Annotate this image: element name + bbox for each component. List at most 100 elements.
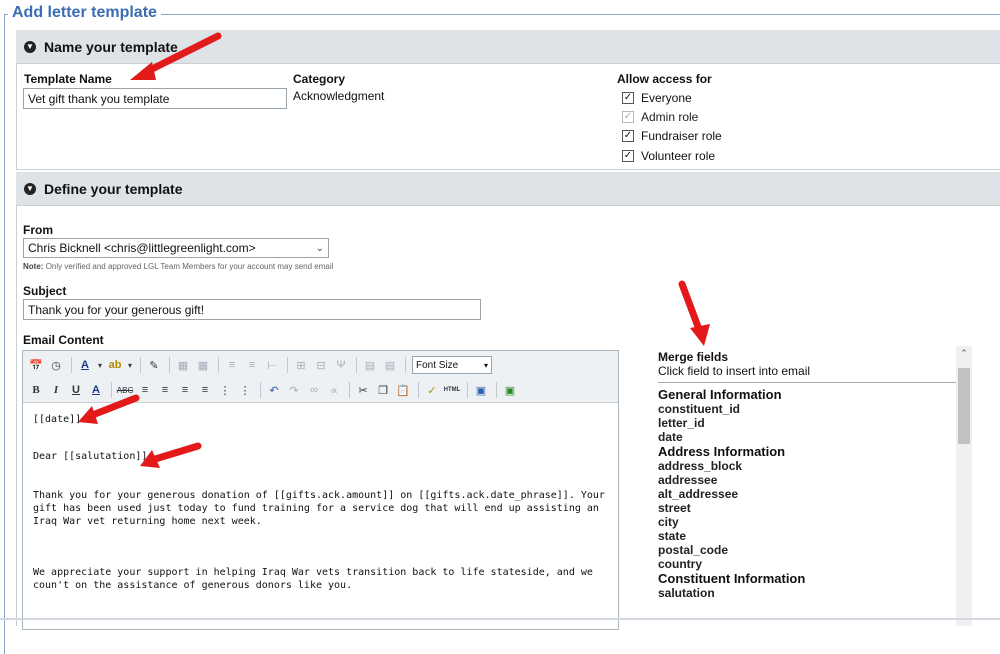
merge-cells-icon[interactable]: ⊞ [292,356,310,374]
merge-field[interactable]: city [658,515,958,529]
category-value: Acknowledgment [293,89,385,103]
unlink-icon[interactable]: ∝ [325,381,343,399]
toolbar-row-1: 📅 ◷ A ▾ ab ▾ ✎ ▦ ▦ ≡ ≡ ⊢ ⊞ ⊟ Ψ ▤ ▤ Font [27,353,492,377]
access-option-label: Everyone [641,91,692,105]
checkbox-icon[interactable]: ✓ [622,92,634,104]
toolbar-separator [71,357,72,373]
insert-row-icon[interactable]: ≡ [223,356,241,374]
editor-line-salutation: Dear [[salutation]], [33,451,154,462]
merge-field[interactable]: street [658,501,958,515]
merge-group-heading: General Information [658,387,782,402]
merge-group-heading: Address Information [658,444,786,459]
align-right-icon[interactable]: ≡ [176,381,194,399]
scrollbar-thumb[interactable] [958,368,970,444]
insert-col-icon[interactable]: ⊢ [263,356,281,374]
cleanup-icon[interactable]: ✓ [423,381,441,399]
template-name-label: Template Name [24,72,112,86]
align-center-icon[interactable]: ≡ [156,381,174,399]
merge-fields-panel: Merge fields Click field to insert into … [648,346,974,626]
from-note: Note: Only verified and approved LGL Tea… [23,262,333,271]
merge-field[interactable]: constituent_id [658,402,958,416]
bullet-list-icon[interactable]: ⋮ [216,381,234,399]
highlight-color-icon[interactable]: ab [106,356,124,374]
access-option-label: Admin role [641,110,699,124]
merge-field[interactable]: date [658,430,958,444]
red-arrow-annotation [140,442,202,468]
format-icon[interactable]: ▤ [361,356,379,374]
red-arrow-annotation [42,566,152,616]
merge-field[interactable]: country [658,557,958,571]
checkbox-icon[interactable]: ✓ [622,130,634,142]
font-size-select[interactable]: Font Size ▾ [412,356,492,374]
access-option-label: Fundraiser role [641,129,722,143]
insert-time-icon[interactable]: ◷ [47,356,65,374]
dropdown-arrow-icon[interactable]: ▾ [126,356,134,374]
edit-icon[interactable]: ✎ [145,356,163,374]
cut-icon[interactable]: ✂ [354,381,372,399]
toolbar-separator [287,357,288,373]
toolbar-separator [418,382,419,398]
toolbar-separator [496,382,497,398]
red-arrow-annotation [678,280,710,346]
subject-label: Subject [23,284,67,298]
merge-field[interactable]: addressee [658,473,958,487]
subject-input[interactable] [23,299,481,320]
section-header-define-template[interactable]: ▼ Define your template [16,172,1000,206]
toolbar-separator [140,357,141,373]
split-cells-icon[interactable]: ⊟ [312,356,330,374]
delete-row-icon[interactable]: ≡ [243,356,261,374]
merge-divider [658,382,958,383]
page-title: Add letter template [8,4,161,22]
merge-fields-title: Merge fields [658,350,729,364]
copy-icon[interactable]: ❐ [374,381,392,399]
italic-icon[interactable]: I [47,381,65,399]
merge-fields-scrollbar[interactable]: ⌃ [956,346,972,626]
paste-icon[interactable]: 📋 [394,381,412,399]
align-justify-icon[interactable]: ≡ [196,381,214,399]
number-list-icon[interactable]: ⋮ [236,381,254,399]
toolbar-separator [349,382,350,398]
red-arrow-annotation [130,32,222,80]
format-icon-2[interactable]: ▤ [381,356,399,374]
merge-field[interactable]: address_block [658,459,958,473]
checkbox-icon[interactable]: ✓ [622,150,634,162]
access-everyone[interactable]: ✓ Everyone [622,91,692,105]
merge-field[interactable]: salutation [658,586,958,600]
table-icon[interactable]: ▦ [174,356,192,374]
merge-field[interactable]: alt_addressee [658,487,958,501]
merge-field[interactable]: postal_code [658,543,958,557]
redo-icon[interactable]: ↷ [285,381,303,399]
link-icon[interactable]: ∞ [305,381,323,399]
font-color-icon[interactable]: A [76,356,94,374]
scroll-up-icon[interactable]: ⌃ [956,348,972,362]
fullscreen-icon[interactable]: ▣ [472,381,490,399]
email-content-label: Email Content [23,333,104,347]
html-icon[interactable]: HTML [443,381,461,399]
toolbar-separator [405,357,406,373]
undo-icon[interactable]: ↶ [265,381,283,399]
from-select[interactable]: Chris Bicknell <chris@littlegreenlight.c… [23,238,329,258]
template-name-input[interactable] [23,88,287,109]
insert-date-icon[interactable]: 📅 [27,356,45,374]
bold-icon[interactable]: B [27,381,45,399]
checkbox-icon: ✓ [622,111,634,123]
toolbar-separator [169,357,170,373]
chevron-circle-icon: ▼ [24,182,36,195]
dropdown-arrow-icon[interactable]: ▾ [96,356,104,374]
table-delete-icon[interactable]: Ψ [332,356,350,374]
toolbar-separator [218,357,219,373]
toolbar-separator [260,382,261,398]
image-icon[interactable]: ▣ [501,381,519,399]
merge-field[interactable]: letter_id [658,416,958,430]
access-volunteer-role[interactable]: ✓ Volunteer role [622,149,715,163]
category-label: Category [293,72,346,86]
merge-field[interactable]: state [658,529,958,543]
note-text: Only verified and approved LGL Team Memb… [45,262,334,271]
dropdown-arrow-icon: ⌄ [315,242,324,254]
access-label: Allow access for [617,72,712,86]
access-fundraiser-role[interactable]: ✓ Fundraiser role [622,129,722,143]
merge-group-heading: Constituent Information [658,571,806,586]
table-props-icon[interactable]: ▦ [194,356,212,374]
